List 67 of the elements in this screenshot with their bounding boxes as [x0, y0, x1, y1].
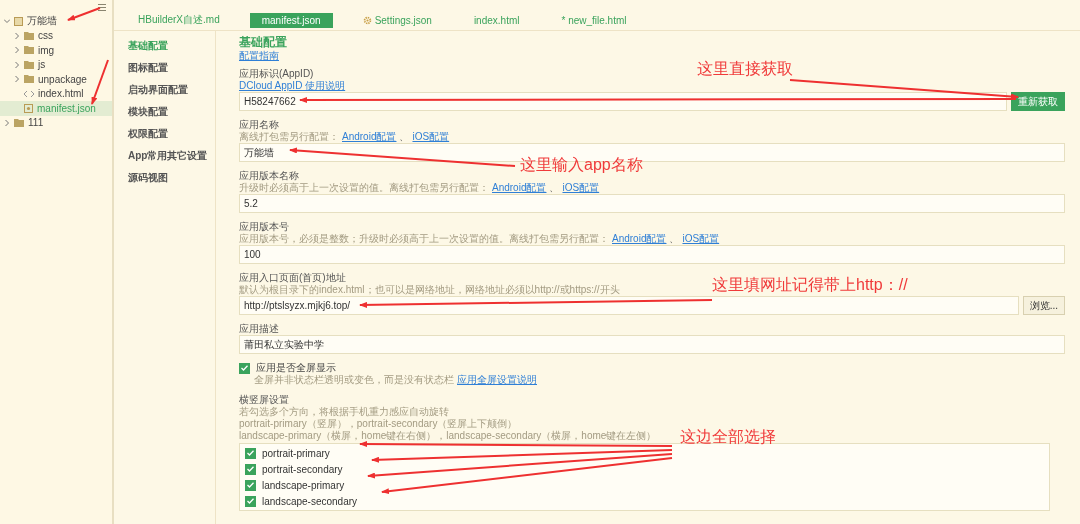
field-label: 应用描述	[239, 323, 279, 335]
tree-item[interactable]: 111	[0, 115, 112, 130]
settings-menu-item[interactable]: 启动界面配置	[114, 83, 215, 105]
help-link[interactable]: DCloud AppID 使用说明	[239, 80, 346, 92]
checkbox-label: portrait-secondary	[262, 463, 343, 475]
tree-item[interactable]: index.html	[0, 86, 112, 101]
field-hint: portrait-primary（竖屏），portrait-secondary（竖屏上下颠倒）	[239, 418, 518, 430]
text-input[interactable]: 5.2	[239, 194, 1065, 213]
annotation-text: 这里直接获取	[697, 60, 793, 78]
help-link[interactable]: iOS配置	[562, 182, 600, 194]
text-input[interactable]: 100	[239, 245, 1065, 264]
help-link[interactable]: Android配置	[342, 131, 397, 143]
project-icon	[14, 16, 23, 26]
field-label: 应用入口页面(首页)地址	[239, 272, 346, 284]
field-hint: 离线打包需另行配置：	[239, 131, 339, 143]
checkbox[interactable]	[245, 447, 256, 459]
field-label: 应用名称	[239, 119, 279, 131]
field-hint: 全屏并非状态栏透明或变色，而是没有状态栏	[254, 374, 454, 386]
checkbox-label: landscape-primary	[262, 479, 345, 491]
settings-menu-item[interactable]: 权限配置	[114, 127, 215, 149]
separator-text: 、	[669, 233, 680, 245]
annotation-text: 这边全部选择	[680, 428, 776, 446]
folder-icon	[14, 118, 24, 127]
field-label: 应用标识(AppID)	[239, 68, 314, 80]
field-label: 应用版本号	[239, 221, 289, 233]
tree-item[interactable]: js	[0, 57, 112, 72]
text-input[interactable]: http://ptslsyzx.mjkj6.top/	[239, 296, 1019, 315]
text-input[interactable]: 莆田私立实验中学	[239, 335, 1065, 354]
chevron-icon	[4, 119, 10, 126]
settings-file-icon	[24, 103, 33, 113]
checkbox-label: landscape-secondary	[262, 495, 358, 507]
checkbox[interactable]	[245, 495, 256, 507]
annotation-text: 这里填网址记得带上http：//	[712, 276, 908, 294]
annotation-arrow	[67, 7, 101, 21]
tree-item[interactable]: 万能墙	[0, 14, 112, 29]
separator-text: 、	[549, 182, 560, 194]
field-label: 应用版本名称	[239, 170, 299, 182]
help-link[interactable]: iOS配置	[682, 233, 720, 245]
guide-link[interactable]: 配置指南	[239, 50, 279, 62]
help-link[interactable]: iOS配置	[412, 131, 450, 143]
checkbox-label: portrait-primary	[262, 447, 330, 459]
checkbox[interactable]	[245, 463, 256, 475]
chevron-icon	[14, 76, 20, 83]
code-icon	[24, 89, 34, 98]
section-title: 基础配置	[239, 35, 288, 50]
checkbox[interactable]	[239, 362, 250, 374]
separator-text: 、	[399, 131, 410, 143]
settings-menu-item[interactable]: 模块配置	[114, 105, 215, 127]
field-label: 横竖屏设置	[239, 394, 289, 406]
checkbox[interactable]	[245, 479, 256, 491]
menu-icon[interactable]	[98, 3, 106, 11]
tree-item[interactable]: css	[0, 28, 112, 43]
annotation-arrow	[91, 59, 109, 105]
checkbox-label: 应用是否全屏显示	[256, 362, 336, 374]
field-hint: 默认为根目录下的index.html；也可以是网络地址，网络地址必须以http://或https://开头	[239, 284, 620, 296]
settings-menu-item[interactable]: 源码视图	[114, 171, 215, 193]
action-button[interactable]: 浏览...	[1022, 296, 1065, 315]
help-link[interactable]: Android配置	[492, 182, 547, 194]
help-link[interactable]: 应用全屏设置说明	[457, 374, 537, 386]
tree-item[interactable]: img	[0, 43, 112, 58]
settings-icon	[362, 15, 372, 25]
field-hint: landscape-primary（横屏，home键在右侧），landscape-secondary（横屏，home键在左侧）	[239, 430, 657, 442]
settings-menu-item[interactable]: 图标配置	[114, 61, 215, 83]
field-hint: 若勾选多个方向，将根据手机重力感应自动旋转	[239, 406, 449, 418]
tree-item[interactable]: unpackage	[0, 72, 112, 87]
settings-menu-item[interactable]: App常用其它设置	[114, 149, 215, 171]
help-link[interactable]: Android配置	[612, 233, 667, 245]
